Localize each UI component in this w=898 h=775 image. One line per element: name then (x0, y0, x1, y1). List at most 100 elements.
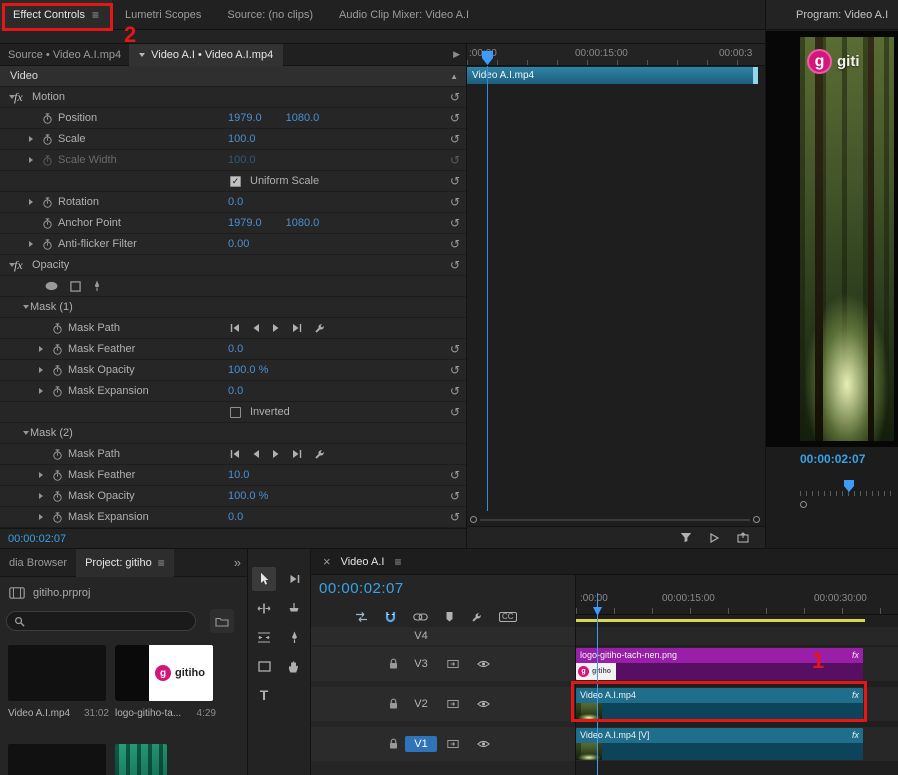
slip-tool[interactable] (252, 625, 276, 649)
prev-keyframe-icon[interactable] (230, 323, 240, 333)
reset-icon[interactable]: ↺ (450, 342, 460, 356)
project-item[interactable] (115, 744, 216, 775)
mask-wrench-icon[interactable] (314, 449, 325, 460)
checkbox[interactable] (230, 407, 241, 418)
track-header-v1[interactable]: V1 (311, 727, 575, 761)
tab-audio-clip-mixer-video-a-i[interactable]: Audio Clip Mixer: Video A.I (326, 0, 482, 30)
reset-icon[interactable]: ↺ (450, 195, 460, 209)
effect-row-mask-path[interactable]: Mask Path (0, 318, 466, 339)
step-back-icon[interactable] (252, 449, 260, 459)
nest-icon[interactable] (355, 611, 368, 623)
pen-tool[interactable] (282, 625, 306, 649)
twirl-icon[interactable] (29, 157, 33, 163)
tab-dia-browser[interactable]: dia Browser (0, 549, 76, 577)
checkbox[interactable]: ✓ (230, 176, 241, 187)
effect-row-mask-2[interactable]: Mask (2) (0, 423, 466, 444)
clip-bar[interactable]: Video A.I.mp4 (467, 67, 758, 84)
track-label[interactable]: V1 (405, 736, 437, 752)
stopwatch-icon[interactable] (38, 155, 56, 166)
ellipse-mask-icon[interactable] (44, 281, 59, 291)
scroll-right-icon[interactable]: ▶ (447, 49, 466, 60)
track-header-v2[interactable]: V2 (311, 687, 575, 721)
track-lane-v1[interactable]: Video A.I.mp4 [V]fx (576, 727, 898, 761)
panel-menu-icon[interactable]: ≡ (158, 556, 165, 570)
step-back-icon[interactable] (252, 323, 260, 333)
effect-row-position[interactable]: Position1979.01080.0↺ (0, 108, 466, 129)
track-output-icon[interactable] (477, 740, 490, 749)
project-item-logo-gitiho-ta[interactable]: ggitihologo-gitiho-ta...4:29 (115, 645, 216, 719)
filter-icon[interactable] (680, 532, 692, 543)
param-value[interactable]: 100.0 (228, 154, 256, 166)
twirl-icon[interactable] (39, 346, 43, 352)
twirl-icon[interactable] (23, 305, 29, 309)
track-header-v3[interactable]: V3 (311, 647, 575, 681)
effect-row-scale[interactable]: Scale100.0↺ (0, 129, 466, 150)
reset-icon[interactable]: ↺ (450, 258, 460, 272)
effect-row-opacity[interactable]: fxOpacity↺ (0, 255, 466, 276)
search-box[interactable] (6, 611, 196, 631)
twirl-icon[interactable] (29, 241, 33, 247)
track-header-v4[interactable]: V4 (311, 627, 575, 645)
next-keyframe-icon[interactable] (292, 323, 302, 333)
settings-wrench-icon[interactable] (471, 612, 482, 623)
reset-icon[interactable]: ↺ (450, 174, 460, 188)
stopwatch-icon[interactable] (48, 323, 66, 334)
linked-selection-icon[interactable] (413, 613, 428, 621)
clip-video-a-i-mp4-v[interactable]: Video A.I.mp4 [V]fx (576, 728, 863, 760)
effect-row-motion[interactable]: fxMotion↺ (0, 87, 466, 108)
twirl-icon[interactable] (39, 514, 43, 520)
thumbnail[interactable] (115, 744, 167, 775)
stopwatch-icon[interactable] (48, 449, 66, 460)
source-clip-label[interactable]: Source • Video A.I.mp4 (0, 49, 129, 61)
effect-controls-timecode[interactable]: 00:00:02:07 (0, 528, 466, 548)
stopwatch-icon[interactable] (38, 239, 56, 250)
horizontal-scrollbar[interactable] (470, 515, 760, 524)
lock-icon[interactable] (389, 659, 398, 670)
panel-menu-icon[interactable]: ≡ (92, 8, 99, 22)
project-item[interactable] (8, 744, 109, 775)
track-label[interactable]: V4 (405, 630, 437, 642)
effect-row-mask-1[interactable]: Mask (1) (0, 297, 466, 318)
program-tab[interactable]: Program: Video A.I (766, 0, 898, 30)
hand-tool[interactable] (282, 654, 306, 678)
stopwatch-icon[interactable] (48, 344, 66, 355)
captions-icon[interactable]: CC (499, 612, 517, 622)
param-value[interactable]: 0.0 (228, 343, 243, 355)
clip-video-a-i-mp4[interactable]: Video A.I.mp4fx (576, 688, 863, 720)
lock-icon[interactable] (389, 699, 398, 710)
effect-row-scale-width[interactable]: Scale Width100.0↺ (0, 150, 466, 171)
param-value[interactable]: 100.0 % (228, 490, 268, 502)
tab-source-no-clips[interactable]: Source: (no clips) (214, 0, 326, 30)
reset-icon[interactable]: ↺ (450, 468, 460, 482)
ripple-edit-tool[interactable] (252, 596, 276, 620)
reset-icon[interactable]: ↺ (450, 216, 460, 230)
thumbnail[interactable]: ggitiho (115, 645, 213, 701)
program-timecode[interactable]: 00:00:02:07 (800, 452, 865, 466)
track-output-icon[interactable] (477, 660, 490, 669)
thumbnail[interactable] (8, 645, 106, 701)
snap-icon[interactable] (385, 611, 396, 623)
tab-project-gitiho[interactable]: Project: gitiho≡ (76, 549, 174, 577)
timeline-ruler[interactable]: :00:0000:00:15:0000:00:30:00 (576, 587, 898, 615)
effect-row-video[interactable]: Video▲ (0, 66, 466, 87)
param-value[interactable]: 1080.0 (286, 112, 320, 124)
reset-icon[interactable]: ↺ (450, 132, 460, 146)
effect-row-mask-expansion[interactable]: Mask Expansion0.0↺ (0, 507, 466, 528)
stopwatch-icon[interactable] (38, 197, 56, 208)
project-item-video-a-i-mp4[interactable]: Video A.I.mp431:02 (8, 645, 109, 719)
panel-overflow-icon[interactable]: » (234, 555, 241, 570)
reset-icon[interactable]: ↺ (450, 489, 460, 503)
stopwatch-icon[interactable] (48, 365, 66, 376)
rectangle-tool[interactable] (252, 654, 276, 678)
close-icon[interactable]: × (323, 554, 331, 569)
param-value[interactable]: 0.0 (228, 511, 243, 523)
reset-icon[interactable]: ↺ (450, 405, 460, 419)
twirl-icon[interactable] (29, 199, 33, 205)
twirl-icon[interactable] (9, 263, 15, 267)
reset-icon[interactable]: ↺ (450, 384, 460, 398)
effect-row-rotation[interactable]: Rotation0.0↺ (0, 192, 466, 213)
effect-row-shapes[interactable] (0, 276, 466, 297)
effect-row-mask-opacity[interactable]: Mask Opacity100.0 %↺ (0, 486, 466, 507)
sync-lock-icon[interactable] (447, 739, 459, 749)
sync-lock-icon[interactable] (447, 699, 459, 709)
